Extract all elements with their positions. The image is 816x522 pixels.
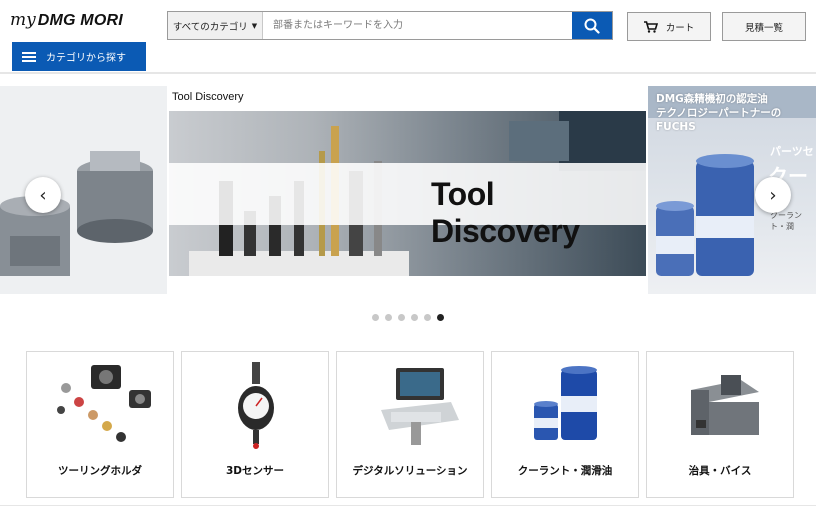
category-card-tool-holder[interactable]: ツーリングホルダ	[26, 351, 174, 498]
search-button[interactable]	[572, 12, 612, 39]
category-label: 治具・バイス	[688, 465, 752, 477]
carousel-dot[interactable]	[398, 314, 405, 321]
hamburger-icon	[22, 51, 36, 62]
cart-icon	[643, 20, 658, 33]
carousel-dot[interactable]	[411, 314, 418, 321]
tool-holder-icon	[57, 365, 151, 442]
caret-down-icon: ▼	[251, 21, 258, 30]
category-cards: ツーリングホルダ 3Dセンサー デジタルソリューション クーラント・潤滑油 治具…	[26, 351, 794, 498]
logo-my-text: my	[10, 10, 36, 30]
coolant-drum-icon	[534, 366, 597, 440]
quote-list-label: 見積一覧	[744, 22, 783, 34]
category-label: デジタルソリューション	[352, 465, 468, 477]
category-menu-label: カテゴリから探す	[46, 53, 126, 64]
carousel-dot-active[interactable]	[437, 314, 444, 321]
next-slide-note: クーラント・潤	[770, 211, 802, 231]
carousel-next-button[interactable]: ›	[755, 177, 791, 213]
banner-headline: Tool Discovery	[431, 176, 580, 249]
chevron-left-icon: ‹	[39, 184, 47, 206]
cart-label: カート	[665, 22, 695, 34]
next-slide-title: DMG森精機初の認定油 テクノロジーパートナーのFUCHS	[656, 92, 816, 134]
next-slide-title-line2: テクノロジーパートナーのFUCHS	[656, 107, 782, 133]
carousel-pagination	[372, 314, 444, 321]
3d-sensor-icon	[238, 362, 274, 449]
search-category-label: すべてのカテゴリ	[172, 21, 248, 33]
quote-list-button[interactable]: 見積一覧	[722, 12, 806, 41]
site-logo[interactable]: my DMG MORI	[10, 10, 123, 34]
carousel-slide-next[interactable]: DMG森精機初の認定油 テクノロジーパートナーのFUCHS パーツセ クー クー…	[648, 86, 816, 294]
logo-brand-text: DMG MORI	[37, 12, 123, 29]
category-card-digital[interactable]: デジタルソリューション	[336, 351, 484, 498]
cart-button[interactable]: カート	[627, 12, 711, 41]
bottom-divider	[0, 505, 816, 506]
category-label: ツーリングホルダ	[58, 465, 142, 477]
search-icon	[584, 18, 600, 34]
search-category-select[interactable]: すべてのカテゴリ ▼	[168, 12, 263, 39]
category-card-coolant[interactable]: クーラント・潤滑油	[491, 351, 639, 498]
category-label: クーラント・潤滑油	[517, 465, 613, 477]
chevron-right-icon: ›	[769, 184, 777, 206]
tool-discovery-banner: Tool Discovery	[169, 111, 646, 276]
category-label: 3Dセンサー	[225, 465, 285, 477]
carousel-prev-button[interactable]: ‹	[25, 177, 61, 213]
header-divider	[0, 72, 816, 74]
next-slide-title-line1: DMG森精機初の認定油	[656, 93, 768, 105]
vise-icon	[691, 375, 759, 435]
digital-panel-icon	[381, 368, 459, 445]
carousel-slide-main[interactable]: Tool Discovery Tool Discovery	[169, 86, 646, 294]
carousel-dot[interactable]	[424, 314, 431, 321]
slide-title: Tool Discovery	[172, 91, 244, 103]
category-card-vise[interactable]: 治具・バイス	[646, 351, 794, 498]
carousel-dot[interactable]	[372, 314, 379, 321]
search-input[interactable]	[263, 12, 572, 39]
category-card-3d-sensor[interactable]: 3Dセンサー	[181, 351, 329, 498]
category-menu-button[interactable]: カテゴリから探す	[12, 42, 146, 71]
search-bar: すべてのカテゴリ ▼	[167, 11, 613, 40]
carousel-dot[interactable]	[385, 314, 392, 321]
